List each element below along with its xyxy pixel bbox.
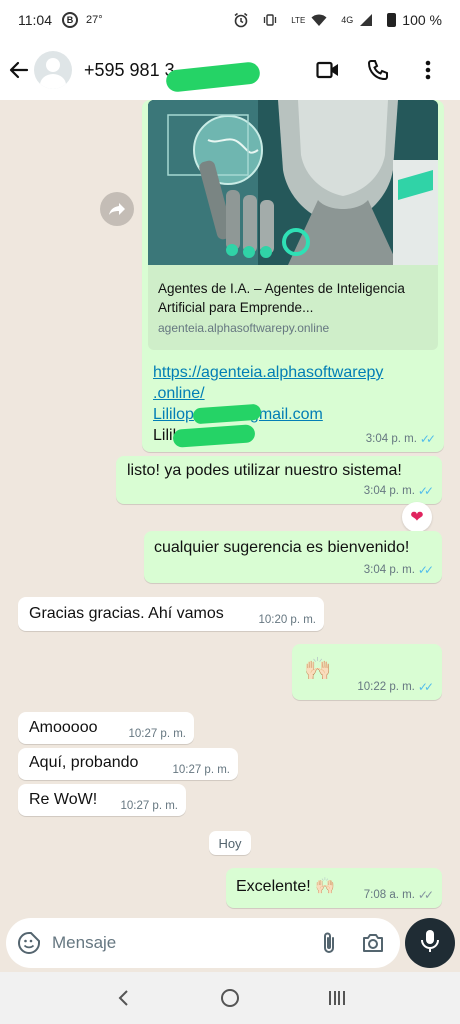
message-link-email[interactable]: Lililop gmail.com [153,403,438,425]
battery-icon [387,13,397,27]
link-preview-domain: agenteia.alphasoftwarepy.online [158,321,330,335]
message-bubble-incoming[interactable]: Gracias gracias. Ahí vamos 10:20 p. m. [18,597,324,631]
message-text: Gracias gracias. Ahí vamos [29,605,224,622]
message-time: 10:27 p. m. [128,728,186,740]
avatar[interactable] [34,51,72,89]
read-receipt-icon: ✓✓ [419,432,436,446]
date-divider: Hoy [209,831,251,855]
message-bubble-outgoing[interactable]: 🙌🏻 10:22 p. m. ✓✓ [292,644,442,700]
message-link-url[interactable]: https://agenteia.alphasoftwarepy .online… [153,362,438,404]
link-preview-card[interactable]: Agentes de I.A. – Agentes de Inteligenci… [148,265,438,350]
link-preview-title: Agentes de I.A. – Agentes de Inteligenci… [158,281,405,315]
message-meta: 10:20 p. m. [258,614,316,626]
message-text: Excelente! 🙌🏻 [236,878,336,895]
signal-icon [359,13,373,27]
message-text: listo! ya podes utilizar nuestro sistema… [127,462,402,479]
message-time: 10:22 p. m. [357,681,415,693]
message-bubble-link[interactable]: Agentes de I.A. – Agentes de Inteligenci… [142,100,444,452]
link-preview-image[interactable] [148,100,438,265]
message-meta: 10:27 p. m. [128,728,186,740]
status-right: LTE 4G 100 % [233,12,442,28]
microphone-button[interactable] [405,918,455,968]
link-line-2: .online/ [153,385,205,402]
phone-icon[interactable] [366,58,390,82]
alarm-icon [233,12,249,28]
redaction-mark [165,60,261,93]
nav-home-icon[interactable] [215,983,245,1013]
arrow-left-icon[interactable] [8,59,30,81]
message-bubble-incoming[interactable]: Amooooo 10:27 p. m. [18,712,194,744]
message-text: Re WoW! [29,791,98,808]
message-meta: 3:04 p. m. ✓✓ [364,484,434,498]
microphone-icon [420,929,440,958]
message-time: 7:08 a. m. [363,889,415,901]
message-meta: 3:04 p. m. ✓✓ [364,563,434,577]
message-text: Amooooo [29,719,98,736]
more-vert-icon[interactable] [416,58,440,82]
message-meta: 10:27 p. m. [172,764,230,776]
read-receipt-icon: ✓✓ [417,680,434,694]
message-input[interactable] [52,933,316,953]
read-receipt-icon: ✓✓ [417,563,434,577]
email-suffix: gmail.com [249,406,323,423]
chat-header: +595 981 3 [0,40,460,100]
message-meta: 10:27 p. m. [120,800,178,812]
message-time: 10:27 p. m. [172,764,230,776]
battery-level: 100 % [402,12,442,28]
message-time: 10:20 p. m. [258,614,316,626]
message-bubble-incoming[interactable]: Re WoW! 10:27 p. m. [18,784,186,816]
camera-icon[interactable] [360,930,386,956]
message-text: Aquí, probando [29,754,139,771]
message-meta: 7:08 a. m. ✓✓ [364,888,434,902]
emoji-sticker-icon[interactable] [16,930,42,956]
message-time: 10:27 p. m. [120,800,178,812]
notification-b-icon: B [62,12,78,28]
message-time: 3:04 p. m. [363,564,415,576]
message-emoji: 🙌🏻 [304,656,332,681]
link-line-1: https://agenteia.alphasoftwarepy [153,364,384,381]
status-time: 11:04 [18,12,52,28]
header-actions [316,58,452,82]
forward-icon[interactable] [100,192,134,226]
attach-clip-icon[interactable] [316,930,342,956]
contact-name[interactable]: +595 981 3 [84,59,261,93]
message-time: 3:04 p. m. [365,433,417,445]
message-list[interactable]: Agentes de I.A. – Agentes de Inteligenci… [0,100,460,918]
network-label: 4G [341,15,354,25]
wifi-icon [311,13,327,27]
video-call-icon[interactable] [316,58,340,82]
lte-label: LTE [291,15,306,25]
message-text: cualquier sugerencia es bienvenido! [154,539,410,556]
message-time: 3:04 p. m. [363,485,415,497]
nav-back-icon[interactable] [108,983,138,1013]
message-bubble-outgoing[interactable]: Excelente! 🙌🏻 7:08 a. m. ✓✓ [226,868,442,908]
message-composer [6,918,400,968]
status-temperature: 27° [86,14,103,26]
vibrate-icon [263,13,277,27]
message-meta: 10:22 p. m. ✓✓ [357,680,434,694]
reaction-heart-icon[interactable]: ❤ [402,502,432,532]
nav-recents-icon[interactable] [322,983,352,1013]
message-bubble-incoming[interactable]: Aquí, probando 10:27 p. m. [18,748,238,780]
message-bubble-outgoing[interactable]: listo! ya podes utilizar nuestro sistema… [116,456,442,504]
system-navigation-bar [0,972,460,1024]
message-meta: 3:04 p. m. ✓✓ [366,432,436,446]
contact-name-text: +595 981 3 [84,59,175,80]
email-prefix: Lililop [153,406,194,423]
message-bubble-outgoing[interactable]: cualquier sugerencia es bienvenido! 3:04… [144,531,442,583]
status-bar: 11:04 B 27° LTE 4G 100 % [0,0,460,40]
delivered-receipt-icon: ✓✓ [417,888,434,902]
read-receipt-icon: ✓✓ [417,484,434,498]
